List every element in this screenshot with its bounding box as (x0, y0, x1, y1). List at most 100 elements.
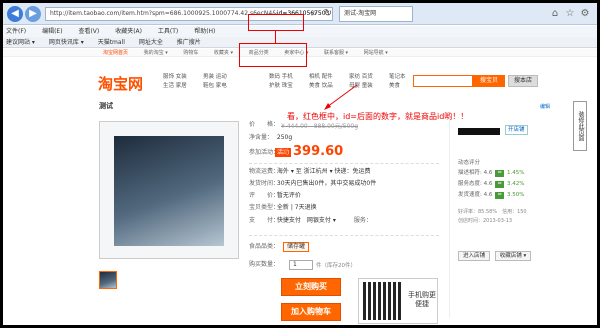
link-cart[interactable]: 购物车 (183, 50, 198, 56)
menu-file[interactable]: 文件(F) (6, 28, 26, 35)
arrow-icon (324, 84, 358, 110)
flower-photo (114, 136, 224, 246)
type-label: 宝贝类型： (249, 204, 280, 211)
tag-label: 食品品类： (249, 243, 280, 250)
gear-icon[interactable]: ⚙ (578, 7, 592, 21)
home-icon[interactable]: ⌂ (548, 7, 562, 21)
divider (249, 163, 439, 164)
channel-item[interactable]: 数码 手机 (269, 73, 293, 82)
channel-col-6[interactable]: 笔记本 美食 (389, 73, 406, 91)
browser-tab[interactable]: 测试-淘宝网 (339, 6, 413, 22)
menu-favorites[interactable]: 收藏夹(A) (115, 28, 142, 35)
taobao-logo[interactable]: 淘宝网 (98, 73, 143, 94)
menu-help[interactable]: 帮助(H) (194, 28, 215, 35)
rating-row: 描述相符: 4.6 = 1.45% (458, 170, 525, 177)
weight-row: 净含量： 250g (249, 134, 292, 142)
menu-tools[interactable]: 工具(T) (158, 28, 178, 35)
seller-badge[interactable]: 开店铺 (505, 125, 528, 135)
channel-item[interactable]: 相机 配件 (309, 73, 333, 82)
variant-option[interactable]: 储存罐 (283, 242, 310, 252)
channel-col-3[interactable]: 数码 手机 护肤 珠宝 (269, 73, 293, 91)
arrow-line (326, 84, 358, 108)
review-label: 评 价： (249, 192, 280, 199)
promo-badge: 活动 (275, 148, 292, 157)
tag-row: 食品品类： (249, 243, 280, 251)
edit-link[interactable]: 编辑 (540, 103, 550, 110)
search-input[interactable] (413, 75, 473, 87)
promo-price: 399.60 (293, 144, 344, 159)
pay-value[interactable]: 快捷支付 网银支付 ▾ (277, 217, 336, 224)
price-row: 价 格： (249, 121, 279, 129)
channel-item[interactable]: 美食 (389, 82, 406, 91)
annotation-text: 看，红色框中，id=后面的数字，就是商品id哟！！ (287, 112, 469, 121)
channel-item[interactable]: 笔记本 (389, 73, 406, 82)
rating-row: 发货速度: 4.6 = 3.50% (458, 192, 525, 199)
thumbnail-image[interactable] (99, 271, 117, 289)
highlight-box-large (239, 43, 307, 67)
main-product-image[interactable] (99, 121, 239, 259)
qr-code-icon (363, 282, 401, 320)
decorate-page-button[interactable]: 装修此页面 (573, 101, 587, 151)
promo-label: 参加活动： (249, 149, 280, 156)
link-my-taobao[interactable]: 我的淘宝 ▾ (144, 50, 168, 56)
item-title: 测试 (99, 102, 113, 110)
favorite-shop-button[interactable]: 收藏店铺 ▾ (495, 251, 531, 261)
search-icon[interactable]: ⌕ (307, 7, 321, 21)
deliver-value: 30天内已售出0件，其中交易成功0件 (276, 180, 377, 187)
highlight-box-url-id (248, 14, 304, 31)
channel-item[interactable]: 鞋包 家电 (203, 82, 227, 91)
url-prefix: http://item.taobao.com/item.htm?spm=686.… (50, 10, 277, 17)
weight-label: 净含量： (249, 134, 274, 141)
original-price: ¥ 444.00 888.00元/500g (281, 121, 358, 130)
mobile-qr-panel: 手机购更便捷 (358, 278, 438, 324)
search-shop-button[interactable]: 搜本店 (508, 75, 538, 87)
ship-value[interactable]: 海外 ▾ 至 浙江杭州 ▾ 快递：免运费 (277, 168, 371, 175)
link-service[interactable]: 联系客服 ▾ (324, 50, 348, 56)
search-taobao-button[interactable]: 搜宝贝 (473, 75, 505, 87)
fav-webslice[interactable]: 网页快讯库 ▾ (49, 39, 84, 46)
pay-label: 支 付： (249, 217, 280, 224)
enter-shop-button[interactable]: 进入店铺 (458, 251, 490, 261)
star-icon[interactable]: ☆ (563, 7, 577, 21)
type-value: 全新 | 7天退换 (276, 204, 317, 211)
seller-credit: 好评率：85.58% 信用：150 (458, 209, 527, 215)
type-row: 宝贝类型： 全新 | 7天退换 (249, 204, 317, 212)
rating-score: 4.6 (483, 181, 493, 187)
divider (449, 113, 450, 318)
channel-col-1[interactable]: 服饰 女装 生活 家居 (163, 73, 187, 91)
buy-now-button[interactable]: 立刻购买 (281, 278, 341, 296)
review-value[interactable]: 暂无评价 (277, 192, 301, 199)
link-favorites[interactable]: 收藏夹 ▾ (214, 50, 233, 56)
add-to-cart-button[interactable]: 加入购物车 (281, 303, 341, 321)
channel-col-2[interactable]: 男装 运动 鞋包 家电 (203, 73, 227, 91)
fav-tmall[interactable]: 天猫tmall (98, 39, 125, 46)
arrow-head (324, 103, 331, 110)
quantity-input[interactable]: 1 (289, 260, 313, 270)
channel-item[interactable]: 护肤 珠宝 (269, 82, 293, 91)
fav-extra[interactable]: 推广搜片 (177, 39, 201, 46)
rating-score: 4.6 (483, 192, 493, 198)
qty-label: 购买数量： (249, 261, 280, 268)
weight-value: 250g (276, 134, 293, 141)
deliver-row: 发货时间： 30天内已售出0件，其中交易成功0件 (249, 180, 376, 188)
refresh-icon[interactable]: ↻ (321, 7, 335, 21)
fav-suggested[interactable]: 建议网站 ▾ (6, 39, 35, 46)
channel-item[interactable]: 家纺 百货 (349, 73, 373, 82)
menu-view[interactable]: 查看(V) (78, 28, 99, 35)
channel-item[interactable]: 服饰 女装 (163, 73, 187, 82)
link-home[interactable]: 淘宝网首页 (103, 50, 128, 56)
currency-sign: ¥ (284, 148, 289, 156)
link-site-nav[interactable]: 网站导航 ▾ (364, 50, 388, 56)
browser-window: ◀ ▶ http://item.taobao.com/item.htm?spm=… (3, 3, 597, 325)
fav-sites[interactable]: 网址大全 (139, 39, 163, 46)
back-button-icon[interactable]: ◀ (7, 6, 23, 22)
forward-button-icon[interactable]: ▶ (25, 6, 41, 22)
ship-label: 物流运费： (249, 168, 280, 175)
rating-title: 动态评分 (458, 160, 481, 166)
review-row: 评 价： 暂无评价 (249, 192, 301, 200)
rating-pct: 3.42% (506, 181, 525, 187)
channel-item[interactable]: 生活 家居 (163, 82, 187, 91)
channel-item[interactable]: 男装 运动 (203, 73, 227, 82)
menu-edit[interactable]: 编辑(E) (42, 28, 62, 35)
deliver-label: 发货时间： (249, 180, 280, 187)
